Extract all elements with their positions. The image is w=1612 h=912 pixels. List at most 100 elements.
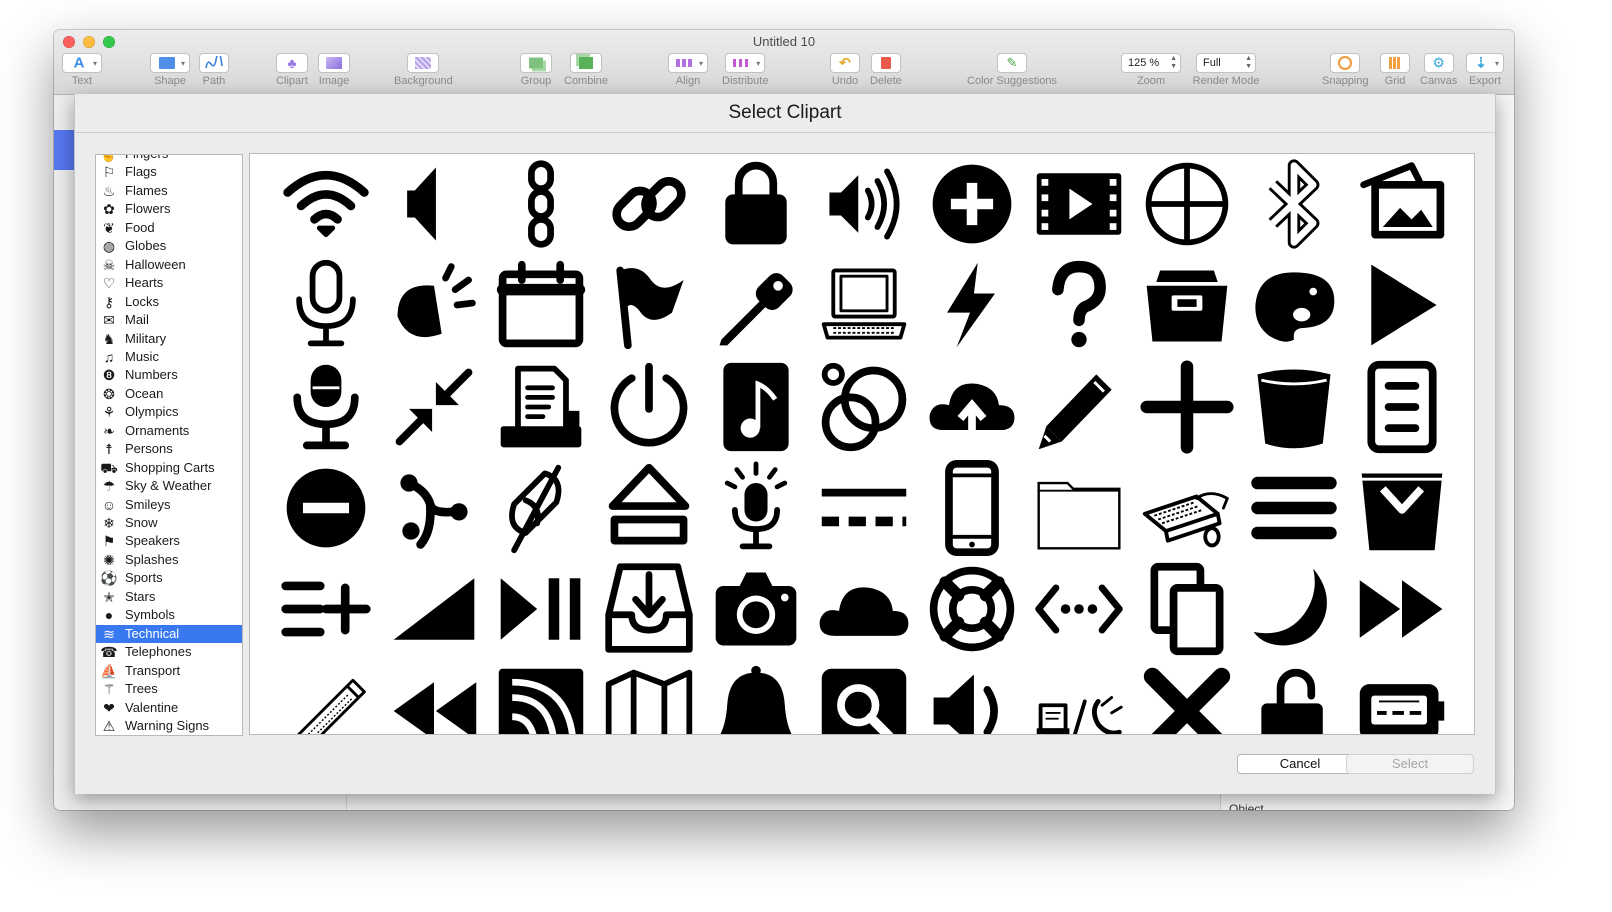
shape-tool-button[interactable]: ▾ <box>150 53 190 73</box>
image-tool[interactable]: Image <box>318 53 350 87</box>
category-item-snow[interactable]: ❄ Snow <box>96 514 242 532</box>
category-item-globes[interactable]: ◍ Globes <box>96 237 242 255</box>
clipart-grid[interactable] <box>249 153 1475 735</box>
copy-icon[interactable] <box>1139 561 1235 657</box>
category-item-sports[interactable]: ⚽ Sports <box>96 569 242 587</box>
play-pause-icon[interactable] <box>493 561 589 657</box>
studio-microphone-icon[interactable] <box>278 359 374 455</box>
delete-button[interactable] <box>870 53 901 73</box>
category-item-persons[interactable]: ☨ Persons <box>96 440 242 458</box>
distribute-tool[interactable]: ▾ Distribute <box>722 53 768 87</box>
cloud-upload-icon[interactable] <box>924 359 1020 455</box>
x-mark-icon[interactable] <box>1139 663 1235 734</box>
grid-tool[interactable]: Grid <box>1380 53 1410 87</box>
category-item-ocean[interactable]: ❂ Ocean <box>96 385 242 403</box>
grid-button[interactable] <box>1380 53 1410 73</box>
select-button[interactable]: Select <box>1346 754 1474 774</box>
category-item-smileys[interactable]: ☺ Smileys <box>96 496 242 514</box>
flag-icon[interactable] <box>601 257 697 353</box>
path-tool[interactable]: Path <box>199 53 229 87</box>
music-file-icon[interactable] <box>708 359 804 455</box>
category-item-transport[interactable]: ⛵ Transport <box>96 662 242 680</box>
chain-icon[interactable] <box>493 156 589 252</box>
category-item-stars[interactable]: ✭ Stars <box>96 588 242 606</box>
cloud-icon[interactable] <box>816 561 912 657</box>
map-icon[interactable] <box>601 663 697 734</box>
lightning-icon[interactable] <box>924 257 1020 353</box>
unlock-icon[interactable] <box>1246 663 1342 734</box>
bluetooth-icon[interactable] <box>1246 156 1342 252</box>
color-suggestions-tool[interactable]: ✎ Color Suggestions <box>964 53 1060 87</box>
category-item-valentine[interactable]: ❤ Valentine <box>96 699 242 717</box>
plus-circle-icon[interactable] <box>924 156 1020 252</box>
smartphone-icon[interactable] <box>924 459 1020 556</box>
wifi-icon[interactable] <box>278 156 374 252</box>
combine-tool[interactable]: Combine <box>564 53 608 87</box>
search-icon[interactable] <box>816 663 912 734</box>
volume-wedge-icon[interactable] <box>386 561 482 657</box>
laptop-icon[interactable] <box>816 257 912 353</box>
category-item-splashes[interactable]: ✺ Splashes <box>96 551 242 569</box>
text-tool-button[interactable]: A ▾ <box>62 53 102 73</box>
speaker-sound-icon[interactable] <box>386 257 482 353</box>
canvas-button[interactable]: ⚙ <box>1423 53 1454 73</box>
category-item-fingers[interactable]: ☝ Fingers <box>96 155 242 163</box>
printer-icon[interactable] <box>493 359 589 455</box>
category-item-speakers[interactable]: ⚑ Speakers <box>96 532 242 550</box>
text-tool[interactable]: A ▾ Text <box>62 53 102 87</box>
category-item-telephones[interactable]: ☎ Telephones <box>96 643 242 661</box>
add-list-icon[interactable] <box>278 561 374 657</box>
code-dots-icon[interactable] <box>1031 561 1127 657</box>
bucket-icon[interactable] <box>1246 359 1342 455</box>
category-item-halloween[interactable]: ☠ Halloween <box>96 256 242 274</box>
collapse-arrows-icon[interactable] <box>386 359 482 455</box>
minus-circle-icon[interactable] <box>278 460 374 556</box>
align-tool[interactable]: ▾ Align <box>668 53 708 87</box>
image-stack-icon[interactable] <box>1354 156 1450 252</box>
download-tray-icon[interactable] <box>601 561 697 657</box>
volume-high-icon[interactable] <box>816 156 912 252</box>
shape-tool[interactable]: ▾ Shape <box>150 53 190 87</box>
category-item-flowers[interactable]: ✿ Flowers <box>96 200 242 218</box>
microphone-icon[interactable] <box>278 257 374 353</box>
image-tool-button[interactable] <box>318 53 350 73</box>
keyboard-mouse-icon[interactable] <box>1139 460 1235 556</box>
print-fax-icon[interactable] <box>1031 663 1127 734</box>
pencil-sketch-icon[interactable] <box>278 663 374 734</box>
microphone-light-icon[interactable] <box>708 460 804 556</box>
bell-icon[interactable] <box>708 663 804 734</box>
pager-icon[interactable] <box>1354 663 1450 734</box>
lifebuoy-icon[interactable] <box>924 561 1020 657</box>
folder-icon[interactable] <box>1031 460 1127 556</box>
power-icon[interactable] <box>601 359 697 455</box>
snapping-tool[interactable]: Snapping <box>1322 53 1369 87</box>
background-tool[interactable]: Background <box>394 53 453 87</box>
category-item-shopping-carts[interactable]: ⛟ Shopping Carts <box>96 459 242 477</box>
align-tool-button[interactable]: ▾ <box>668 53 708 73</box>
delete-tool[interactable]: Delete <box>870 53 902 87</box>
category-item-sky-weather[interactable]: ☂ Sky & Weather <box>96 477 242 495</box>
category-item-ornaments[interactable]: ❧ Ornaments <box>96 422 242 440</box>
volume-low-icon[interactable] <box>924 663 1020 734</box>
fast-forward-icon[interactable] <box>1354 561 1450 657</box>
inbox-tray-icon[interactable] <box>1354 460 1450 556</box>
rewind-icon[interactable] <box>386 663 482 734</box>
question-mark-icon[interactable] <box>1031 257 1127 353</box>
canvas-tool[interactable]: ⚙ Canvas <box>1420 53 1457 87</box>
distribute-tool-button[interactable]: ▾ <box>725 53 766 73</box>
speaker-icon[interactable] <box>386 156 482 252</box>
palette-icon[interactable] <box>1246 257 1342 353</box>
zoom-stepper[interactable]: 125 % ▲ ▼ <box>1121 53 1181 73</box>
group-tool[interactable]: Group <box>520 53 552 87</box>
hamburger-menu-icon[interactable] <box>1246 460 1342 556</box>
background-tool-button[interactable] <box>407 53 440 73</box>
render-mode-control[interactable]: Full ▲ ▼ Render Mode <box>1190 53 1262 87</box>
export-button[interactable]: ⇣ ▾ <box>1466 53 1504 73</box>
moon-icon[interactable] <box>1246 561 1342 657</box>
category-item-food[interactable]: ❦ Food <box>96 219 242 237</box>
calendar-icon[interactable] <box>493 257 589 353</box>
category-item-music[interactable]: ♫ Music <box>96 348 242 366</box>
category-item-hearts[interactable]: ♡ Hearts <box>96 274 242 292</box>
play-icon[interactable] <box>1354 257 1450 353</box>
flashlight-icon[interactable] <box>708 257 804 353</box>
